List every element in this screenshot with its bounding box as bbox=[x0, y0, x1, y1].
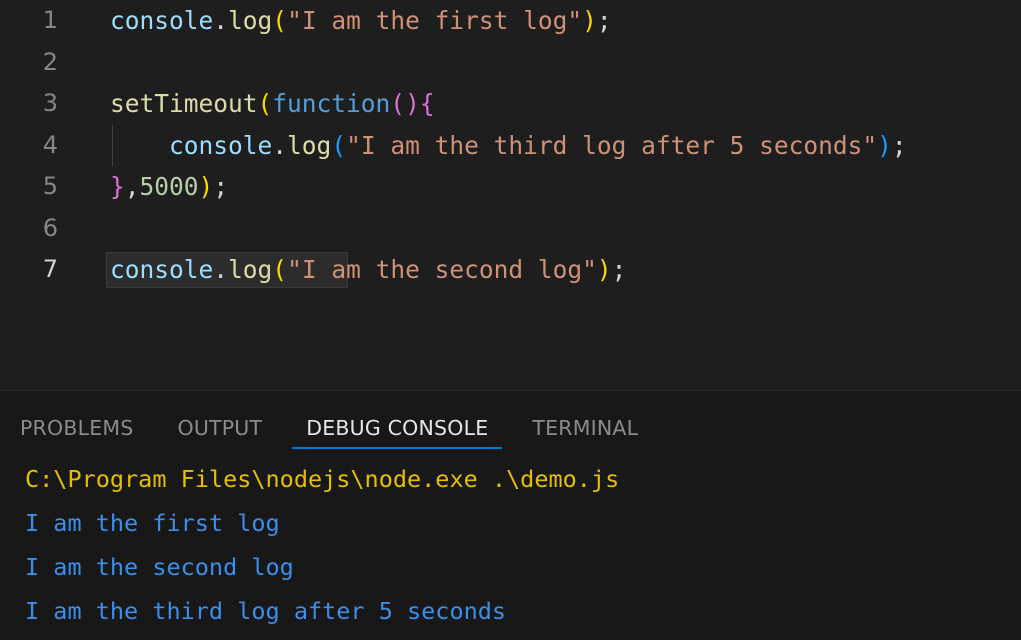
code-token-bracket-blue: ) bbox=[877, 130, 892, 160]
code-token-bracket-gold: ) bbox=[582, 6, 597, 35]
code-token-number: 5000 bbox=[139, 172, 199, 201]
code-line[interactable]: 1 console.log("I am the first log"); bbox=[0, 0, 1021, 42]
code-editor[interactable]: 1 console.log("I am the first log"); 2 3 set… bbox=[0, 0, 1021, 390]
code-token-punctuation: . bbox=[213, 6, 229, 35]
debug-console-output[interactable]: C:\Program Files\nodejs\node.exe .\demo.… bbox=[0, 449, 1021, 633]
code-token-bracket-gold: ) bbox=[596, 255, 612, 284]
code-token-string: "I am the third log after 5 seconds" bbox=[346, 130, 878, 160]
code-line-text[interactable]: console.log("I am the third log after 5 … bbox=[110, 125, 907, 167]
code-token-function: log bbox=[228, 255, 273, 284]
code-line-text[interactable]: console.log("I am the second log"); bbox=[110, 249, 626, 291]
code-line-text[interactable]: console.log("I am the first log"); bbox=[110, 0, 612, 42]
code-token-variable: console bbox=[110, 255, 214, 284]
code-token-bracket-gold: ) bbox=[198, 172, 214, 201]
code-token-punctuation: ; bbox=[596, 6, 612, 35]
code-token-bracket-gold: ( bbox=[257, 89, 273, 118]
panel-tab-label: DEBUG CONSOLE bbox=[306, 416, 489, 440]
code-token-variable: console bbox=[169, 130, 273, 160]
code-token-punctuation: . bbox=[213, 255, 229, 284]
panel-tab-debug-console[interactable]: DEBUG CONSOLE bbox=[292, 416, 503, 449]
code-line[interactable]: 6 bbox=[0, 208, 1021, 250]
code-token-keyword: function bbox=[272, 89, 391, 118]
code-token-variable: console bbox=[110, 6, 214, 35]
line-number[interactable]: 3 bbox=[0, 83, 58, 125]
code-token-bracket-gold: ( bbox=[272, 6, 288, 35]
code-token-bracket-pink: } bbox=[110, 172, 125, 201]
code-line[interactable]: 4 console.log("I am the third log after … bbox=[0, 124, 1021, 167]
line-number[interactable]: 6 bbox=[0, 208, 58, 250]
code-token-punctuation: ; bbox=[891, 130, 907, 160]
code-token-function: setTimeout bbox=[110, 89, 258, 118]
line-number[interactable]: 7 bbox=[0, 249, 58, 291]
panel-tab-bar: PROBLEMS OUTPUT DEBUG CONSOLE TERMINAL bbox=[0, 391, 1021, 449]
vscode-window: 1 console.log("I am the first log"); 2 3 set… bbox=[0, 0, 1021, 640]
console-log-line: I am the second log bbox=[25, 553, 294, 581]
code-line[interactable]: 2 bbox=[0, 42, 1021, 84]
code-token-bracket-pink: ( bbox=[390, 89, 406, 118]
panel-tab-problems[interactable]: PROBLEMS bbox=[6, 416, 147, 449]
panel-tab-label: PROBLEMS bbox=[20, 416, 134, 440]
code-lines-container: 1 console.log("I am the first log"); 2 3 set… bbox=[0, 0, 1021, 291]
code-line[interactable]: 5},5000); bbox=[0, 166, 1021, 208]
panel-tab-output[interactable]: OUTPUT bbox=[163, 416, 276, 449]
code-token-string: "I am the first log" bbox=[287, 6, 583, 35]
bottom-panel: PROBLEMS OUTPUT DEBUG CONSOLE TERMINAL C:\P… bbox=[0, 390, 1021, 640]
line-number[interactable]: 2 bbox=[0, 42, 58, 84]
code-token-punctuation: ; bbox=[611, 255, 627, 284]
code-token-bracket-pink: ) bbox=[405, 89, 420, 118]
line-number[interactable]: 1 bbox=[0, 0, 58, 42]
code-token-punctuation: ; bbox=[213, 172, 229, 201]
code-line[interactable]: 3 setTimeout(function(){ bbox=[0, 83, 1021, 125]
panel-tab-label: OUTPUT bbox=[177, 416, 263, 440]
code-line[interactable]: 7 console.log("I am the second log"); bbox=[0, 249, 1021, 291]
code-token-function: log bbox=[287, 130, 332, 160]
line-number[interactable]: 4 bbox=[0, 125, 58, 167]
console-command-line: C:\Program Files\nodejs\node.exe .\demo.… bbox=[25, 465, 620, 493]
code-token-punctuation bbox=[110, 131, 169, 160]
code-token-bracket-pink: { bbox=[419, 89, 435, 118]
code-token-function: log bbox=[228, 6, 273, 35]
code-token-string: "I am the second log" bbox=[287, 255, 597, 284]
console-log-line: I am the first log bbox=[25, 509, 280, 537]
code-token-punctuation: . bbox=[272, 130, 288, 160]
code-token-bracket-blue: ( bbox=[331, 130, 347, 160]
line-number[interactable]: 5 bbox=[0, 166, 58, 208]
code-line-text[interactable]: },5000); bbox=[110, 166, 228, 208]
panel-tab-terminal[interactable]: TERMINAL bbox=[518, 416, 652, 449]
code-token-punctuation: , bbox=[124, 172, 140, 201]
code-line-text[interactable]: setTimeout(function(){ bbox=[110, 83, 435, 125]
code-token-bracket-gold: ( bbox=[272, 255, 288, 284]
panel-tab-label: TERMINAL bbox=[532, 416, 639, 440]
console-log-line: I am the third log after 5 seconds bbox=[25, 597, 507, 625]
